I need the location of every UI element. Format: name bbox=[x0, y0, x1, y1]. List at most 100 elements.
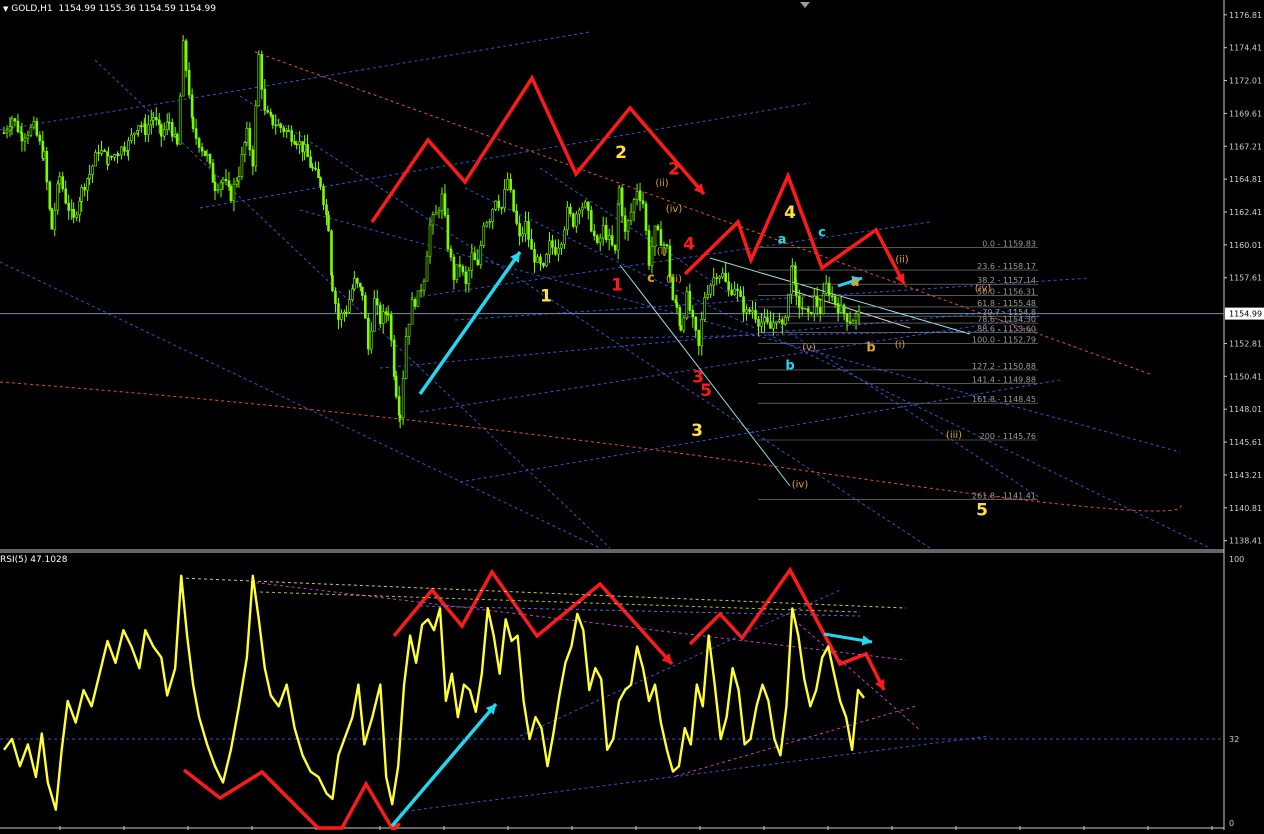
candle-body bbox=[257, 54, 261, 107]
wave-label: 4 bbox=[683, 235, 695, 255]
candle-body bbox=[45, 150, 49, 183]
wave-label: 4 bbox=[784, 203, 796, 223]
candle-body bbox=[8, 126, 12, 131]
candle-body bbox=[251, 149, 255, 167]
dropdown-triangle-icon[interactable]: ▼ bbox=[3, 5, 8, 13]
candle-body bbox=[213, 182, 217, 192]
candle-body bbox=[120, 146, 123, 156]
candle-body bbox=[331, 275, 334, 292]
candle-body bbox=[245, 128, 249, 143]
candle-body bbox=[53, 209, 57, 230]
wave-label: c bbox=[818, 226, 826, 241]
wave-label: (iv) bbox=[975, 283, 992, 294]
candle-body bbox=[107, 155, 110, 165]
candle-body bbox=[566, 206, 569, 231]
candle-body bbox=[170, 122, 174, 137]
candle-body bbox=[815, 296, 819, 308]
price-tick-label: 1162.41 bbox=[1229, 208, 1262, 217]
candle-body bbox=[688, 291, 692, 311]
candle-body bbox=[110, 155, 113, 158]
candle-body bbox=[271, 114, 275, 126]
candle-body bbox=[595, 235, 599, 243]
candle-body bbox=[623, 215, 627, 232]
candle-body bbox=[598, 237, 602, 243]
candle-body bbox=[97, 152, 100, 154]
candle-body bbox=[398, 414, 402, 419]
wave-label: (ii) bbox=[895, 255, 908, 266]
candle-body bbox=[133, 132, 136, 136]
chart-canvas[interactable]: 0.0 - 1159.8323.6 - 1158.1738.2 - 1157.1… bbox=[0, 0, 1264, 834]
current-price-label: 1154.99 bbox=[1229, 310, 1262, 319]
scroll-marker-icon bbox=[800, 2, 810, 8]
candle-body bbox=[461, 266, 465, 273]
candle-body bbox=[557, 247, 560, 255]
candle-body bbox=[682, 317, 686, 331]
candle-body bbox=[407, 323, 411, 337]
candle-body bbox=[601, 225, 605, 239]
candle-body bbox=[150, 119, 153, 126]
candle-body bbox=[5, 129, 9, 134]
wave-label: c bbox=[647, 271, 655, 286]
candle-body bbox=[745, 309, 748, 313]
wave-label: 1 bbox=[540, 287, 552, 307]
candle-body bbox=[592, 230, 596, 237]
wave-label: (i) bbox=[895, 340, 906, 351]
arrow-stroke bbox=[390, 702, 498, 828]
candle-body bbox=[766, 317, 769, 323]
candle-body bbox=[13, 118, 17, 122]
candle-body bbox=[394, 376, 398, 397]
candle-body bbox=[88, 174, 91, 179]
candle-body bbox=[378, 304, 382, 324]
candle-body bbox=[482, 225, 486, 246]
candle-body bbox=[775, 321, 778, 324]
candle-body bbox=[509, 178, 512, 191]
candle-body bbox=[117, 154, 120, 157]
candle-body bbox=[287, 130, 290, 132]
candle-body bbox=[269, 111, 273, 116]
candle-body bbox=[589, 210, 593, 232]
candle-body bbox=[610, 235, 614, 246]
candle-body bbox=[348, 299, 351, 313]
trend-line bbox=[299, 209, 1181, 453]
candle-body bbox=[795, 284, 798, 297]
candle-body bbox=[48, 181, 52, 209]
candle-body bbox=[572, 213, 575, 227]
candle-body bbox=[266, 110, 270, 113]
candle-body bbox=[317, 168, 320, 179]
candle-body bbox=[694, 316, 698, 331]
price-tick-label: 1160.01 bbox=[1229, 241, 1262, 250]
candle-body bbox=[309, 156, 312, 168]
candle-body bbox=[428, 224, 432, 257]
candle-body bbox=[197, 138, 201, 148]
candle-body bbox=[243, 142, 247, 155]
rsi-tick-label: 0 bbox=[1229, 819, 1234, 828]
candle-body bbox=[836, 303, 840, 313]
candle-body bbox=[178, 95, 182, 145]
fib-level-label: 0.0 - 1159.83 bbox=[982, 239, 1036, 248]
candle-body bbox=[806, 308, 810, 313]
candle-body bbox=[144, 123, 147, 135]
candle-body bbox=[113, 154, 116, 158]
candle-body bbox=[827, 282, 831, 297]
candle-body bbox=[386, 313, 390, 316]
candle-body bbox=[656, 225, 660, 230]
fib-level-label: 61.8 - 1155.48 bbox=[977, 299, 1036, 308]
candle-body bbox=[154, 117, 158, 121]
candle-body bbox=[61, 176, 65, 190]
arrow-stroke bbox=[688, 566, 886, 691]
candle-body bbox=[809, 311, 813, 314]
candle-body bbox=[56, 183, 60, 211]
candle-body bbox=[791, 265, 794, 267]
candle-body bbox=[345, 311, 348, 314]
price-tick-label: 1169.61 bbox=[1229, 109, 1262, 118]
price-tick-label: 1152.81 bbox=[1229, 339, 1262, 348]
candle-body bbox=[361, 286, 364, 296]
candle-body bbox=[506, 178, 509, 190]
candle-body bbox=[798, 295, 801, 308]
candle-body bbox=[337, 303, 340, 320]
candle-body bbox=[187, 70, 191, 96]
candle-body bbox=[237, 176, 241, 182]
candle-body bbox=[293, 141, 296, 145]
candle-body bbox=[488, 221, 492, 224]
candle-body bbox=[539, 256, 542, 264]
